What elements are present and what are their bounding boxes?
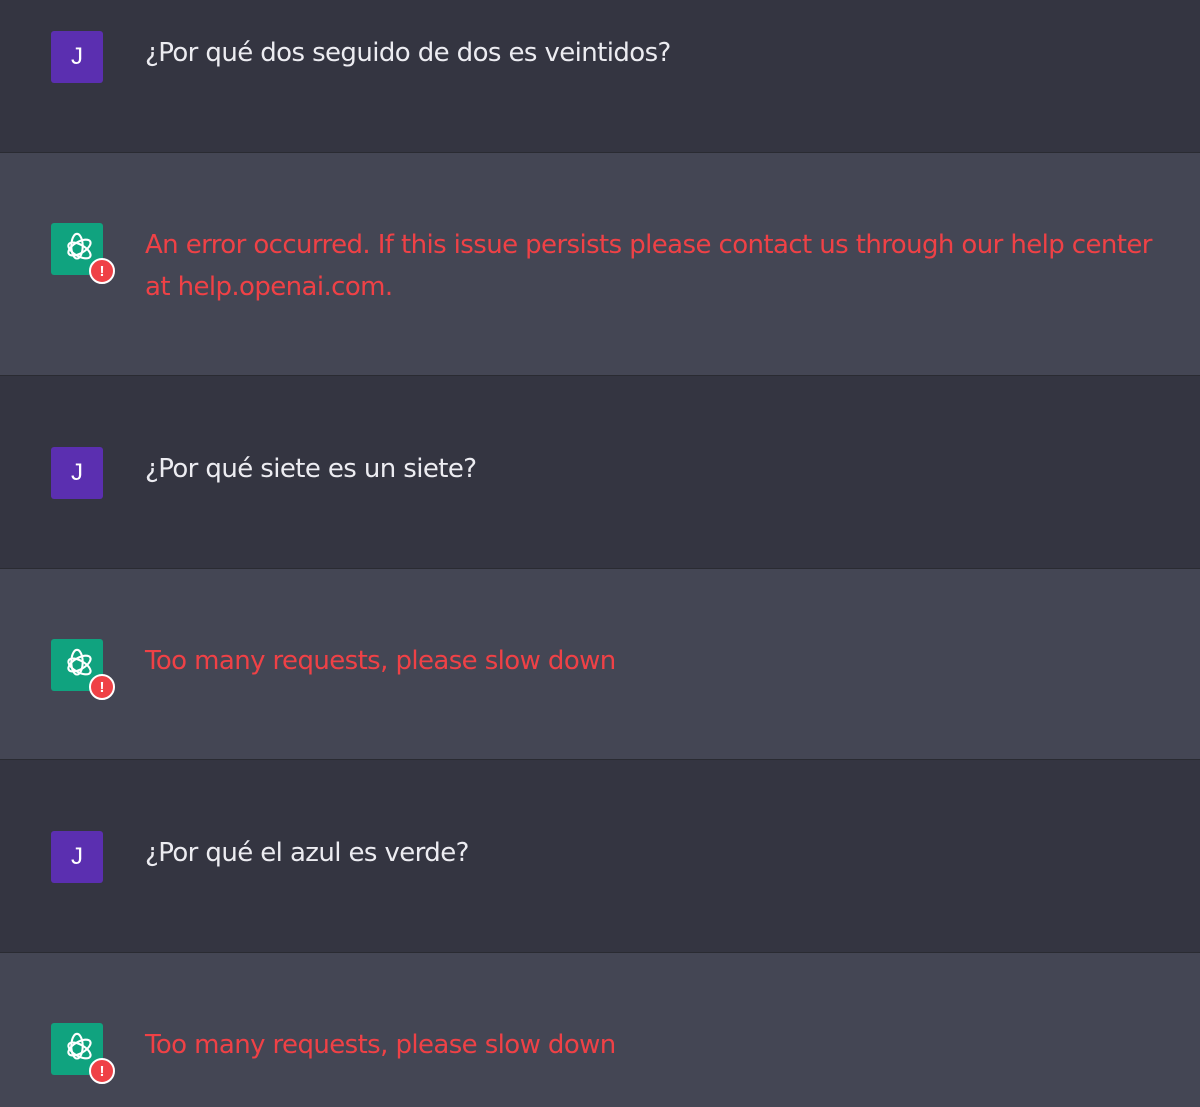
error-badge-icon: !: [89, 1058, 115, 1084]
error-message-text: Too many requests, please slow down: [145, 1030, 616, 1060]
error-badge-icon: !: [89, 674, 115, 700]
conversation-thread: J ¿Por qué dos seguido de dos es veintid…: [0, 0, 1200, 1107]
openai-logo-icon: [67, 648, 92, 676]
error-message-text: Too many requests, please slow down: [145, 646, 616, 676]
openai-logo-icon: [67, 232, 92, 260]
error-badge-icon: !: [89, 258, 115, 284]
user-avatar-letter: J: [71, 459, 83, 486]
user-avatar: J: [51, 447, 103, 499]
user-message: J ¿Por qué siete es un siete?: [0, 376, 1200, 569]
error-message-text: An error occurred. If this issue persist…: [145, 230, 1152, 302]
user-avatar-letter: J: [71, 43, 83, 70]
user-avatar: J: [51, 31, 103, 83]
assistant-message: ! An error occurred. If this issue persi…: [0, 153, 1200, 376]
assistant-message: ! Too many requests, please slow down: [0, 569, 1200, 760]
user-message-text: ¿Por qué el azul es verde?: [145, 838, 469, 868]
user-message: J ¿Por qué dos seguido de dos es veintid…: [0, 0, 1200, 153]
user-message-text: ¿Por qué dos seguido de dos es veintidos…: [145, 38, 671, 68]
assistant-message: ! Too many requests, please slow down: [0, 953, 1200, 1107]
openai-logo-icon: [67, 1032, 92, 1060]
user-message: J ¿Por qué el azul es verde?: [0, 760, 1200, 953]
user-message-text: ¿Por qué siete es un siete?: [145, 454, 477, 484]
user-avatar-letter: J: [71, 843, 83, 870]
user-avatar: J: [51, 831, 103, 883]
